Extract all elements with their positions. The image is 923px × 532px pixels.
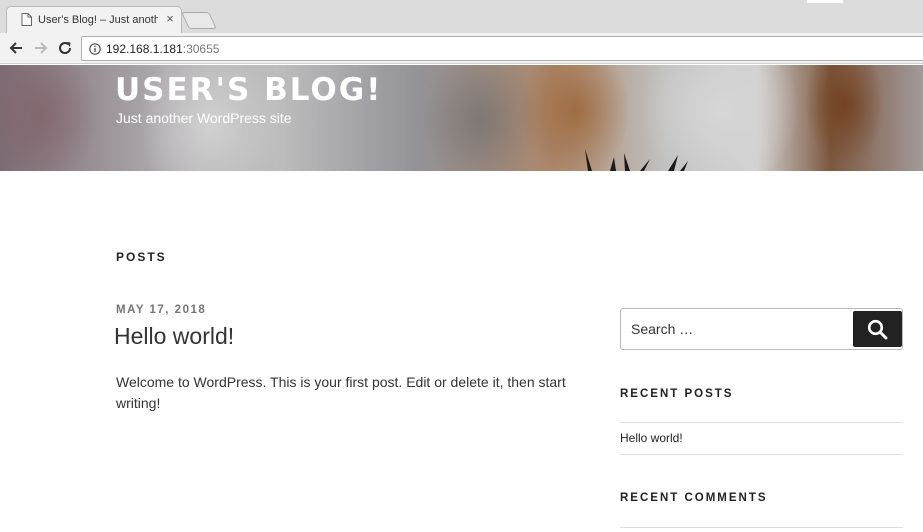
address-bar[interactable]: 192.168.1.181:30655: [81, 36, 923, 61]
tab-title: User's Blog! – Just another WordPress si…: [38, 14, 158, 26]
site-description: Just another WordPress site: [116, 110, 292, 126]
window-control[interactable]: [807, 0, 843, 3]
posts-heading: POSTS: [116, 250, 167, 264]
search-button[interactable]: [853, 311, 902, 347]
recent-posts-title: RECENT POSTS: [620, 388, 734, 400]
new-tab-button[interactable]: [181, 12, 217, 29]
post-title[interactable]: Hello world!: [114, 322, 234, 350]
recent-comments-title: RECENT COMMENTS: [620, 492, 768, 504]
search-icon: [867, 319, 888, 340]
arrow-right-icon[interactable]: [31, 38, 51, 58]
site-title[interactable]: USER'S BLOG!: [115, 72, 382, 108]
recent-post-link[interactable]: Hello world!: [620, 431, 683, 445]
divider: [620, 527, 903, 528]
url-host: 192.168.1.181: [106, 42, 183, 56]
tab-close-icon[interactable]: ×: [163, 11, 177, 27]
reload-icon[interactable]: [55, 38, 75, 58]
plant-image: [585, 149, 688, 171]
site-header: USER'S BLOG! Just another WordPress site: [0, 65, 923, 171]
browser-tab[interactable]: User's Blog! – Just another WordPress si…: [6, 6, 182, 33]
page-icon: [21, 13, 32, 26]
arrow-left-icon[interactable]: [6, 38, 26, 58]
divider: [620, 422, 903, 423]
search-form: [620, 308, 903, 350]
url-text: 192.168.1.181:30655: [106, 42, 219, 56]
search-input[interactable]: [622, 310, 852, 348]
post-body: Welcome to WordPress. This is your first…: [116, 374, 566, 411]
browser-toolbar: 192.168.1.181:30655: [0, 33, 923, 64]
divider: [620, 454, 903, 455]
url-port: :30655: [182, 42, 220, 56]
info-icon[interactable]: [89, 43, 101, 55]
post-date[interactable]: MAY 17, 2018: [116, 303, 206, 317]
tab-strip: User's Blog! – Just another WordPress si…: [0, 0, 923, 33]
